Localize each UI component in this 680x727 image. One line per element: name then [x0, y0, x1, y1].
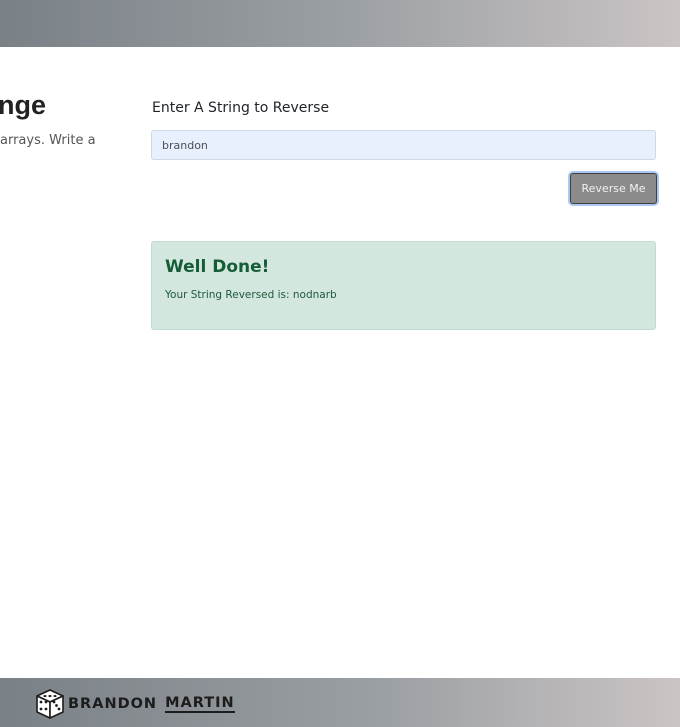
dice-icon — [36, 689, 64, 719]
brand-last-name: MARTIN — [165, 695, 235, 713]
reverse-string-input[interactable] — [151, 130, 656, 160]
challenge-description: arrays. Write a — [0, 133, 96, 148]
top-header-bar — [0, 0, 680, 47]
page: nge arrays. Write a Enter A String to Re… — [0, 0, 680, 727]
reverse-input-label: Enter A String to Reverse — [152, 100, 330, 116]
reversed-result-text: Your String Reversed is: nodnarb — [165, 289, 337, 301]
footer-brand-logo[interactable]: BRANDON MARTIN — [34, 688, 235, 720]
reverse-me-button[interactable]: Reverse Me — [570, 173, 657, 204]
challenge-title: nge — [0, 90, 47, 120]
alert-heading: Well Done! — [165, 257, 270, 277]
result-alert: Well Done! Your String Reversed is: nodn… — [151, 241, 656, 330]
brand-first-name: BRANDON — [68, 696, 158, 712]
